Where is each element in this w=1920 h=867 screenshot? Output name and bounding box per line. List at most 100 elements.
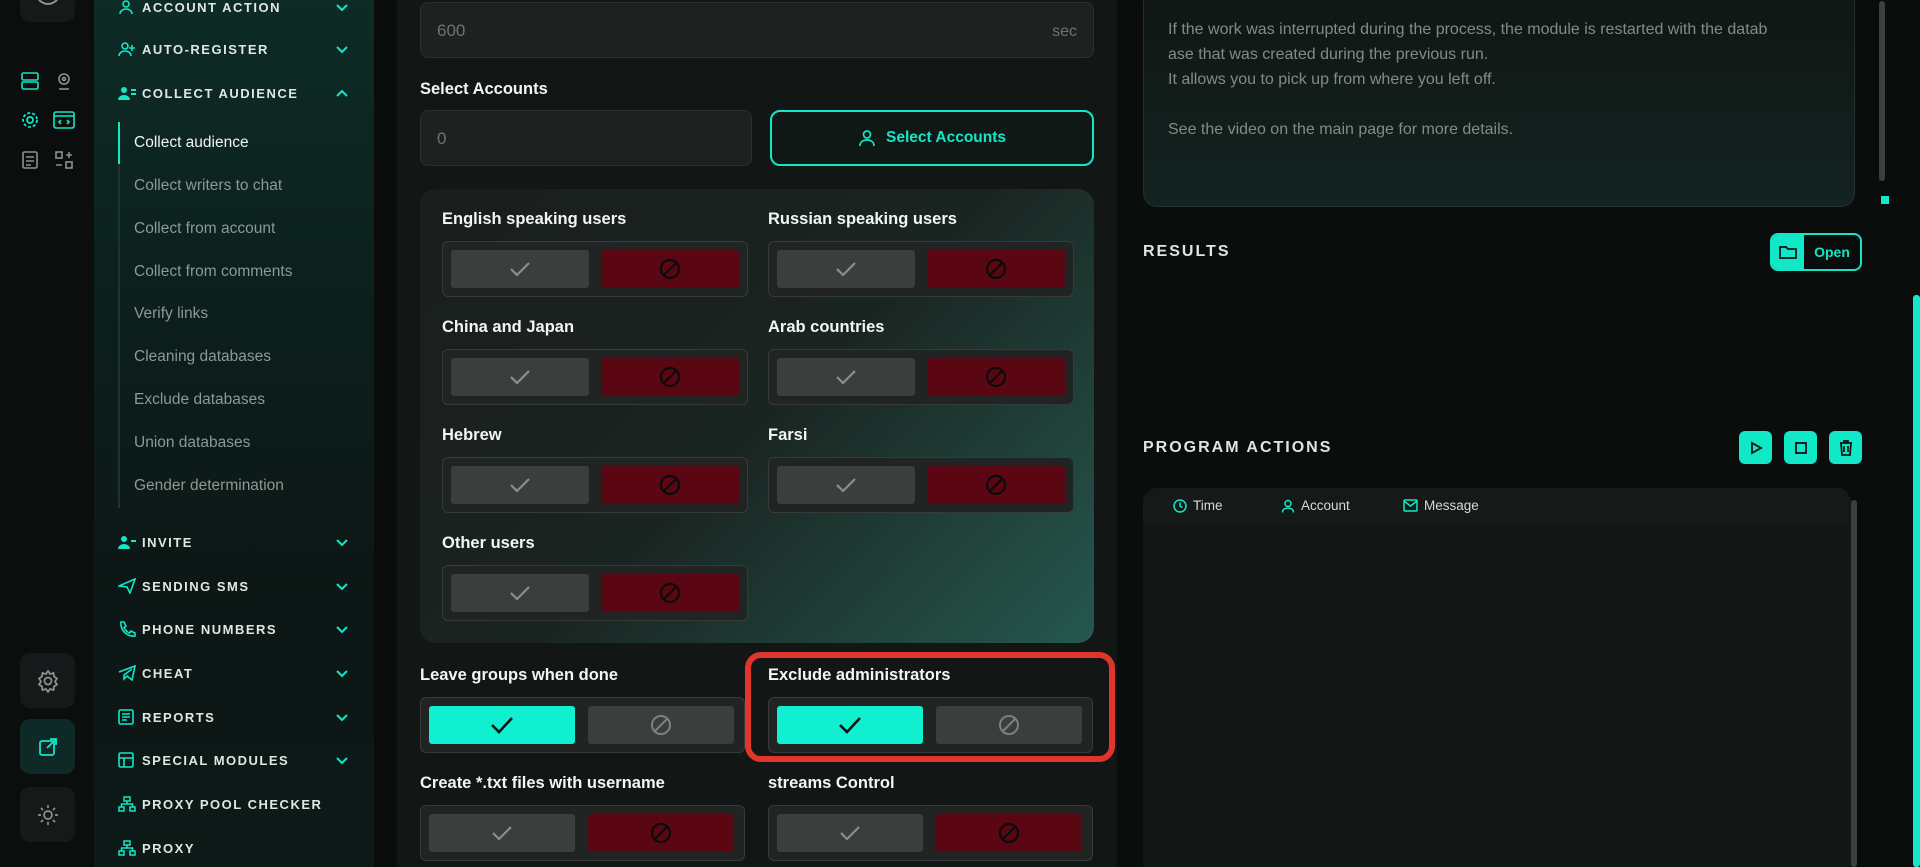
- enable-button[interactable]: [429, 814, 575, 852]
- external-link-button[interactable]: [20, 719, 75, 774]
- sidebar-section-proxy[interactable]: PROXY: [118, 836, 350, 860]
- page-scrollbar[interactable]: [1913, 295, 1920, 867]
- filter-label-farsi: Farsi: [768, 426, 808, 444]
- delete-button[interactable]: [1829, 431, 1862, 464]
- submenu-item-cleaning-databases[interactable]: Cleaning databases: [134, 348, 271, 366]
- submenu-item-gender-determination[interactable]: Gender determination: [134, 477, 284, 495]
- submenu-item-union-databases[interactable]: Union databases: [134, 434, 250, 452]
- delay-input[interactable]: 600 sec: [420, 2, 1094, 58]
- submenu-item-collect-from-comments[interactable]: Collect from comments: [134, 263, 292, 281]
- allow-button[interactable]: [451, 358, 589, 396]
- active-indicator: [118, 122, 120, 164]
- section-label: PROXY POOL CHECKER: [142, 796, 323, 812]
- column-label: Time: [1193, 498, 1223, 513]
- send-icon: [118, 577, 136, 595]
- allow-button[interactable]: [777, 250, 915, 288]
- sidebar-section-invite[interactable]: INVITE: [118, 530, 350, 554]
- filter-label-english: English speaking users: [442, 210, 627, 228]
- exclude-button[interactable]: [601, 358, 739, 396]
- table-scrollbar[interactable]: [1851, 500, 1857, 867]
- toggle-hebrew: [442, 457, 748, 513]
- section-label: INVITE: [142, 534, 193, 550]
- network-icon: [118, 795, 136, 813]
- exclude-button[interactable]: [601, 466, 739, 504]
- settings-button[interactable]: [20, 653, 75, 708]
- sidebar-section-auto-register[interactable]: AUTO-REGISTER: [118, 37, 350, 61]
- column-time[interactable]: Time: [1173, 498, 1223, 513]
- select-accounts-button[interactable]: Select Accounts: [770, 110, 1094, 166]
- sidebar-section-phone-numbers[interactable]: PHONE NUMBERS: [118, 617, 350, 641]
- grid-tools-icon[interactable]: [52, 148, 76, 172]
- section-label: AUTO-REGISTER: [142, 41, 269, 57]
- resize-handle[interactable]: [1881, 196, 1889, 204]
- enable-button[interactable]: [429, 706, 575, 744]
- filter-label-arab: Arab countries: [768, 318, 885, 336]
- select-accounts-label: Select Accounts: [420, 80, 548, 98]
- section-label: ACCOUNT ACTION: [142, 0, 281, 15]
- theme-toggle-button[interactable]: [20, 787, 75, 842]
- play-button[interactable]: [1739, 431, 1772, 464]
- settings-gear-icon[interactable]: [18, 108, 42, 132]
- column-account[interactable]: Account: [1281, 498, 1350, 513]
- submenu-item-collect-audience[interactable]: Collect audience: [134, 134, 249, 152]
- sidebar-section-sending-sms[interactable]: SENDING SMS: [118, 574, 350, 598]
- allow-button[interactable]: [451, 466, 589, 504]
- check-icon: [836, 478, 856, 493]
- info-text: If the work was interrupted during the p…: [1168, 17, 1828, 142]
- sidebar-section-account-action[interactable]: ACCOUNT ACTION: [118, 0, 350, 19]
- exclude-button[interactable]: [927, 358, 1065, 396]
- submenu-item-collect-from-account[interactable]: Collect from account: [134, 220, 275, 238]
- enable-button[interactable]: [777, 814, 923, 852]
- sidebar-section-special-modules[interactable]: SPECIAL MODULES: [118, 748, 350, 772]
- section-label: COLLECT AUDIENCE: [142, 85, 299, 101]
- allow-button[interactable]: [777, 358, 915, 396]
- filter-label-hebrew: Hebrew: [442, 426, 502, 444]
- highlight-frame: [745, 652, 1115, 762]
- exclude-button[interactable]: [601, 574, 739, 612]
- chevron-down-icon: [334, 709, 350, 725]
- ban-icon: [651, 715, 671, 735]
- mail-icon: [1403, 499, 1418, 512]
- allow-button[interactable]: [451, 250, 589, 288]
- disable-button[interactable]: [588, 706, 734, 744]
- exclude-button[interactable]: [601, 250, 739, 288]
- chevron-down-icon: [334, 41, 350, 57]
- stop-icon: [1794, 441, 1807, 454]
- sidebar-section-collect-audience[interactable]: COLLECT AUDIENCE: [118, 81, 350, 105]
- database-button[interactable]: [20, 0, 75, 22]
- document-list-icon[interactable]: [18, 148, 42, 172]
- program-actions-title: PROGRAM ACTIONS: [1143, 439, 1333, 456]
- disable-button[interactable]: [936, 814, 1082, 852]
- allow-button[interactable]: [777, 466, 915, 504]
- check-icon: [836, 262, 856, 277]
- code-window-icon[interactable]: [52, 108, 76, 132]
- sidebar-section-proxy-pool-checker[interactable]: PROXY POOL CHECKER: [118, 792, 350, 816]
- sidebar-section-cheat[interactable]: CHEAT: [118, 661, 350, 685]
- toggle-english: [442, 241, 748, 297]
- users-icon: [118, 84, 136, 102]
- info-scrollbar[interactable]: [1879, 1, 1885, 181]
- allow-button[interactable]: [451, 574, 589, 612]
- select-accounts-button-label: Select Accounts: [885, 129, 1007, 146]
- webcam-icon[interactable]: [52, 69, 76, 93]
- trash-icon: [1839, 439, 1852, 456]
- stop-button[interactable]: [1784, 431, 1817, 464]
- sidebar-section-reports[interactable]: REPORTS: [118, 705, 350, 729]
- submenu-item-collect-writers[interactable]: Collect writers to chat: [134, 177, 282, 195]
- accounts-count-input[interactable]: 0: [420, 110, 752, 166]
- submenu-item-exclude-databases[interactable]: Exclude databases: [134, 391, 265, 409]
- open-results-button[interactable]: Open: [1770, 233, 1862, 271]
- submenu-item-verify-links[interactable]: Verify links: [134, 305, 208, 323]
- sidebar: ACCOUNT ACTION AUTO-REGISTER COLLECT AUD…: [94, 0, 374, 867]
- disable-button[interactable]: [588, 814, 734, 852]
- server-icon[interactable]: [18, 69, 42, 93]
- clock-icon: [1173, 498, 1187, 513]
- exclude-button[interactable]: [927, 466, 1065, 504]
- column-message[interactable]: Message: [1403, 498, 1479, 513]
- exclude-button[interactable]: [927, 250, 1065, 288]
- option-label-leave-groups: Leave groups when done: [420, 666, 619, 684]
- column-label: Account: [1301, 498, 1350, 513]
- ban-icon: [659, 258, 681, 280]
- telegram-icon: [118, 664, 136, 682]
- ban-icon: [650, 822, 672, 844]
